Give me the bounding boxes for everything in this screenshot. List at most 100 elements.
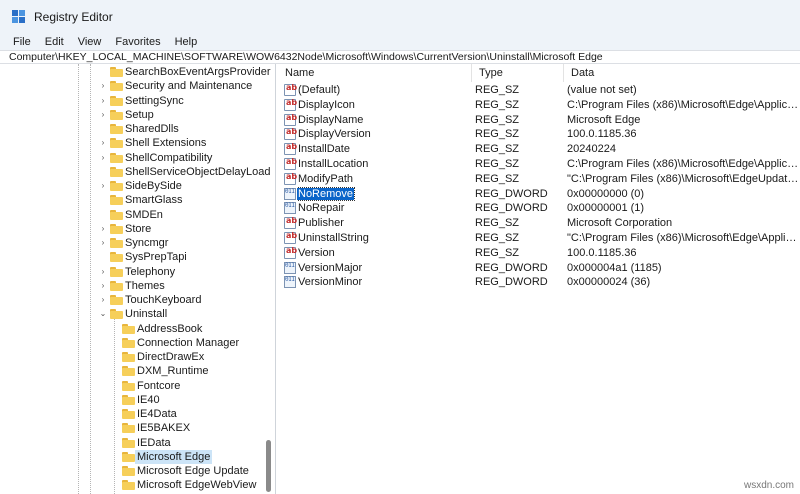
values-pane[interactable]: Name Type Data (Default) REG_SZ (value not… — [278, 64, 800, 494]
key-tree-pane[interactable]: SearchBoxEventArgsProvider › Security and … — [0, 64, 276, 494]
folder-icon — [122, 409, 135, 419]
tree-item[interactable]: › Store — [0, 222, 275, 236]
folder-icon — [122, 380, 135, 391]
value-type: REG_DWORD — [475, 276, 548, 289]
tree-item[interactable]: Microsoft EdgeWebView — [0, 478, 275, 492]
folder-icon — [110, 166, 123, 177]
chevron-right-icon[interactable]: › — [98, 179, 108, 193]
string-value-icon — [284, 83, 297, 96]
folder-icon — [110, 209, 123, 220]
tree-item[interactable]: SearchBoxEventArgsProvider — [0, 65, 275, 79]
tree-item[interactable]: AddressBook — [0, 322, 275, 336]
chevron-down-icon[interactable]: ⌄ — [98, 307, 108, 321]
value-row[interactable]: DisplayVersion REG_SZ 100.0.1185.36 — [278, 127, 800, 141]
chevron-right-icon[interactable]: › — [98, 151, 108, 165]
value-row[interactable]: UninstallString REG_SZ "C:\Program Files (… — [278, 231, 800, 245]
value-name: ModifyPath — [297, 172, 467, 186]
tree-item[interactable]: DXM_Runtime — [0, 364, 275, 378]
tree-item[interactable]: IEData — [0, 436, 275, 450]
tree-item[interactable]: IE4Data — [0, 407, 275, 421]
tree-item[interactable]: › Telephony — [0, 265, 275, 279]
folder-icon — [110, 295, 123, 305]
window-title: Registry Editor — [34, 10, 113, 24]
column-header-type[interactable]: Type — [472, 64, 564, 82]
menu-help[interactable]: Help — [168, 36, 205, 48]
value-name-text: Publisher — [298, 217, 344, 230]
value-type: REG_SZ — [475, 128, 520, 141]
column-header-name[interactable]: Name — [278, 64, 472, 82]
value-row[interactable]: NoRepair REG_DWORD 0x00000001 (1) — [278, 201, 800, 215]
tree-item[interactable]: › Shell Extensions — [0, 136, 275, 150]
tree-item[interactable]: Fontcore — [0, 379, 275, 393]
tree-item[interactable]: ⌄ Uninstall — [0, 307, 275, 321]
tree-item[interactable]: SMDEn — [0, 208, 275, 222]
tree-item[interactable]: › ShellCompatibility — [0, 151, 275, 165]
chevron-right-icon[interactable]: › — [98, 222, 108, 236]
chevron-right-icon[interactable]: › — [98, 79, 108, 93]
chevron-right-icon[interactable]: › — [98, 136, 108, 150]
chevron-right-icon[interactable]: › — [98, 279, 108, 293]
dword-value-icon — [284, 187, 296, 200]
value-name-text: NoRemove — [297, 186, 356, 201]
menu-file[interactable]: File — [6, 36, 38, 48]
dword-value-icon — [284, 261, 296, 274]
value-row[interactable]: VersionMinor REG_DWORD 0x00000024 (36) — [278, 275, 800, 289]
tree-item-label: Connection Manager — [137, 336, 240, 349]
tree-item[interactable]: DirectDrawEx — [0, 350, 275, 364]
value-row[interactable]: DisplayIcon REG_SZ C:\Program Files (x86)\… — [278, 98, 800, 112]
value-name: VersionMinor — [297, 275, 467, 289]
value-type: REG_DWORD — [475, 187, 548, 200]
tree-item[interactable]: › Setup — [0, 108, 275, 122]
value-row[interactable]: Version REG_SZ 100.0.1185.36 — [278, 246, 800, 260]
value-type: REG_SZ — [475, 232, 520, 244]
value-name-text: DisplayVersion — [298, 128, 371, 141]
tree-item-label: SearchBoxEventArgsProvider — [125, 66, 271, 78]
menu-favorites[interactable]: Favorites — [108, 36, 167, 48]
string-value-icon — [284, 157, 297, 170]
dword-value-icon — [284, 276, 296, 289]
value-row[interactable]: InstallDate REG_SZ 20240224 — [278, 142, 800, 156]
chevron-right-icon[interactable]: › — [98, 236, 108, 250]
value-row[interactable]: ModifyPath REG_SZ "C:\Program Files (x86)\… — [278, 172, 800, 186]
value-row[interactable]: InstallLocation REG_SZ C:\Program Files (x… — [278, 157, 800, 171]
tree-item[interactable]: IE40 — [0, 393, 275, 407]
column-header-data[interactable]: Data — [564, 64, 800, 82]
tree-item[interactable]: Microsoft Edge Update — [0, 464, 275, 478]
tree-item[interactable]: Connection Manager — [0, 336, 275, 350]
tree-item[interactable]: › Security and Maintenance — [0, 79, 275, 93]
value-row[interactable]: VersionMajor REG_DWORD 0x000004a1 (1185) — [278, 261, 800, 275]
string-value-icon — [284, 142, 297, 156]
tree-item-label: Setup — [125, 108, 154, 121]
value-row[interactable]: Publisher REG_SZ Microsoft Corporation — [278, 216, 800, 230]
value-data: Microsoft Edge — [567, 113, 641, 126]
menu-edit[interactable]: Edit — [38, 36, 71, 48]
tree-item[interactable]: SmartGlass — [0, 193, 275, 207]
value-row[interactable]: (Default) REG_SZ (value not set) — [278, 83, 800, 97]
folder-icon — [122, 323, 135, 334]
tree-item[interactable]: SysPrepTapi — [0, 250, 275, 264]
tree-item[interactable]: › TouchKeyboard — [0, 293, 275, 307]
chevron-right-icon[interactable]: › — [98, 94, 108, 108]
value-data: Microsoft Corporation — [567, 217, 673, 230]
tree-item[interactable]: ShellServiceObjectDelayLoad — [0, 165, 275, 179]
tree-item[interactable]: › SettingSync — [0, 94, 275, 108]
value-row[interactable]: NoRemove REG_DWORD 0x00000000 (0) — [278, 186, 800, 201]
tree-item[interactable]: › SideBySide — [0, 179, 275, 193]
value-name: DisplayVersion — [297, 127, 467, 141]
tree-item[interactable]: › Syncmgr — [0, 236, 275, 250]
folder-icon — [110, 223, 123, 234]
tree-item-label: TouchKeyboard — [125, 294, 202, 306]
tree-item[interactable]: IE5BAKEX — [0, 421, 275, 435]
chevron-right-icon[interactable]: › — [98, 293, 108, 307]
tree-item[interactable]: › Themes — [0, 279, 275, 293]
folder-icon — [122, 394, 135, 405]
value-name-text: ModifyPath — [298, 172, 354, 185]
menu-view[interactable]: View — [71, 36, 109, 48]
tree-item[interactable]: Microsoft Edge — [0, 449, 275, 464]
address-bar[interactable]: Computer\HKEY_LOCAL_MACHINE\SOFTWARE\WOW… — [0, 50, 800, 64]
chevron-right-icon[interactable]: › — [98, 108, 108, 122]
tree-item[interactable]: SharedDlls — [0, 122, 275, 136]
folder-icon — [122, 451, 135, 462]
chevron-right-icon[interactable]: › — [98, 265, 108, 279]
value-row[interactable]: DisplayName REG_SZ Microsoft Edge — [278, 113, 800, 127]
